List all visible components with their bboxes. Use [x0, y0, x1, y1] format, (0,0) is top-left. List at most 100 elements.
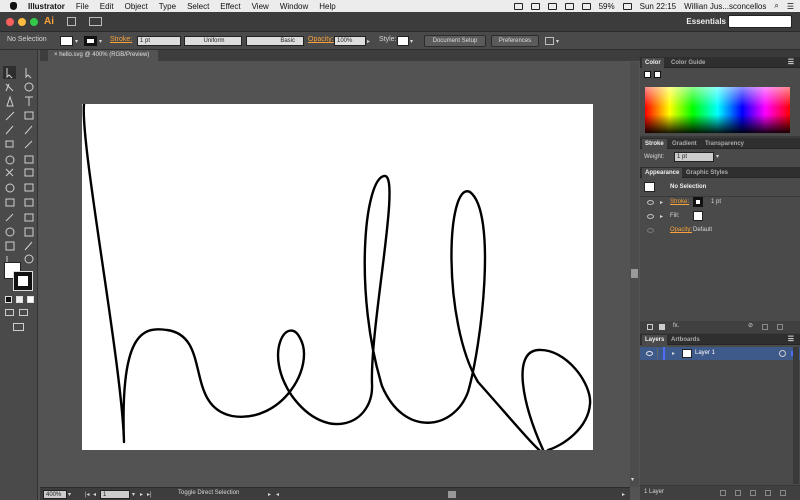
layer-target-icon[interactable]	[779, 350, 786, 357]
appearance-stroke-swatch[interactable]	[693, 197, 703, 207]
add-stroke-icon[interactable]	[647, 324, 653, 330]
stroke-color-box[interactable]	[13, 271, 33, 291]
appearance-stroke-label[interactable]: Stroke:	[670, 199, 689, 205]
wifi-icon[interactable]	[564, 2, 574, 10]
style-dropdown-icon[interactable]: ▾	[410, 38, 413, 45]
add-fill-icon[interactable]	[659, 324, 665, 330]
screen-mode-icon[interactable]	[13, 323, 24, 331]
tab-stroke[interactable]: Stroke	[642, 139, 667, 149]
tab-graphic-styles[interactable]: Graphic Styles	[683, 168, 731, 178]
menu-select[interactable]: Select	[187, 2, 209, 11]
dropbox-icon[interactable]	[547, 2, 557, 10]
menubar-user[interactable]: Willian Jus...sconcellos	[684, 2, 766, 11]
opacity-field[interactable]: 100%	[334, 36, 366, 46]
artboard-dropdown-icon[interactable]: ▾	[132, 491, 135, 498]
eye-icon[interactable]	[647, 200, 654, 205]
duplicate-item-icon[interactable]	[762, 324, 768, 330]
menu-window[interactable]: Window	[280, 2, 308, 11]
layers-scrollbar[interactable]	[793, 347, 799, 484]
menubar-clock[interactable]: Sun 22:15	[640, 2, 676, 11]
volume-icon[interactable]	[581, 2, 591, 10]
bridge-icon[interactable]	[67, 17, 76, 26]
arrange-documents-icon[interactable]	[89, 17, 102, 26]
menu-file[interactable]: File	[76, 2, 89, 11]
menu-help[interactable]: Help	[319, 2, 335, 11]
status-icon-1[interactable]	[513, 2, 523, 10]
trash-icon[interactable]	[777, 324, 783, 330]
notification-center-icon[interactable]: ☰	[787, 2, 794, 11]
graphic-style-swatch[interactable]	[397, 36, 409, 46]
opacity-arrow-icon[interactable]: ▸	[367, 38, 370, 45]
eye-icon[interactable]	[647, 214, 654, 219]
document-tab[interactable]: × hello.svg @ 400% (RGB/Preview)	[48, 50, 158, 61]
fill-swatch[interactable]	[60, 36, 73, 46]
disclosure-icon[interactable]: ▸	[660, 199, 663, 206]
workspace-switcher[interactable]: Essentials	[686, 17, 726, 26]
document-tab-close[interactable]: ×	[54, 52, 58, 58]
vertical-scrollbar[interactable]: ▾	[630, 62, 639, 487]
zoom-window-button[interactable]	[30, 18, 38, 26]
preferences-button[interactable]: Preferences	[491, 35, 539, 47]
menu-view[interactable]: View	[252, 2, 269, 11]
brush-definition[interactable]: Basic	[246, 36, 304, 46]
layer-expand-icon[interactable]: ▸	[672, 350, 675, 357]
color-mode-icon[interactable]	[5, 296, 12, 303]
clear-appearance-icon[interactable]: ⊘	[748, 322, 753, 329]
scroll-down-arrow[interactable]: ▾	[631, 476, 634, 483]
menu-effect[interactable]: Effect	[220, 2, 240, 11]
status-menu-icon[interactable]: ▸	[268, 491, 271, 498]
close-window-button[interactable]	[6, 18, 14, 26]
vertical-scroll-thumb[interactable]	[631, 269, 638, 278]
draw-behind-icon[interactable]	[19, 309, 28, 316]
color-none-swatch[interactable]	[644, 71, 651, 78]
spotlight-icon[interactable]: ⌕	[774, 1, 778, 11]
zoom-level-field[interactable]: 400%	[43, 490, 67, 499]
next-artboard-icon[interactable]: ▸	[140, 491, 143, 498]
fx-menu-icon[interactable]: fx.	[673, 323, 679, 329]
artboard[interactable]	[82, 102, 593, 455]
new-layer-icon[interactable]	[765, 490, 771, 496]
scroll-left-arrow[interactable]: ◂	[276, 491, 279, 498]
stroke-label[interactable]: Stroke:	[110, 36, 132, 43]
trash-icon[interactable]	[780, 490, 786, 496]
hello-lettering[interactable]	[82, 102, 593, 455]
tab-layers[interactable]: Layers	[642, 335, 668, 345]
minimize-window-button[interactable]	[18, 18, 26, 26]
stroke-swatch[interactable]	[84, 36, 97, 46]
document-setup-button[interactable]: Document Setup	[424, 35, 486, 47]
scroll-right-arrow[interactable]: ▸	[622, 491, 625, 498]
menu-type[interactable]: Type	[159, 2, 176, 11]
horizontal-scroll-thumb[interactable]	[448, 491, 456, 498]
locate-object-icon[interactable]	[720, 490, 726, 496]
weight-dropdown-icon[interactable]: ▾	[716, 153, 719, 160]
weight-field[interactable]: 1 pt	[674, 152, 714, 162]
menu-object[interactable]: Object	[125, 2, 148, 11]
tab-appearance[interactable]: Appearance	[642, 168, 683, 178]
zoom-dropdown-icon[interactable]: ▾	[68, 491, 71, 498]
variable-width-profile[interactable]: Uniform	[184, 36, 242, 46]
none-mode-icon[interactable]	[27, 296, 34, 303]
help-search-input[interactable]	[728, 15, 792, 28]
fill-dropdown-icon[interactable]: ▾	[75, 38, 78, 45]
disclosure-icon[interactable]: ▸	[660, 213, 663, 220]
drawing-mode-icon[interactable]	[5, 309, 14, 316]
color-white-swatch[interactable]	[654, 71, 661, 78]
arrange-icon[interactable]	[545, 37, 554, 45]
first-artboard-icon[interactable]: |◂	[85, 491, 90, 498]
layer-lock-column[interactable]	[657, 348, 658, 359]
stroke-weight-field[interactable]: 1 pt	[137, 36, 181, 46]
gradient-mode-icon[interactable]	[16, 296, 23, 303]
layer-name[interactable]: Layer 1	[695, 350, 715, 356]
menu-edit[interactable]: Edit	[100, 2, 114, 11]
layer-row[interactable]: ▸ Layer 1	[640, 347, 800, 360]
menu-app-name[interactable]: Illustrator	[28, 2, 65, 11]
appearance-opacity-label[interactable]: Opacity:	[670, 227, 692, 233]
appearance-fill-swatch[interactable]	[693, 211, 703, 221]
tab-color[interactable]: Color	[642, 58, 664, 68]
artboard-number-field[interactable]: 1	[100, 490, 130, 499]
hello-path[interactable]	[82, 102, 592, 455]
opacity-label[interactable]: Opacity:	[308, 36, 334, 43]
stroke-dropdown-icon[interactable]: ▾	[99, 38, 102, 45]
new-sublayer-icon[interactable]	[750, 490, 756, 496]
tab-gradient[interactable]: Gradient	[669, 139, 700, 149]
